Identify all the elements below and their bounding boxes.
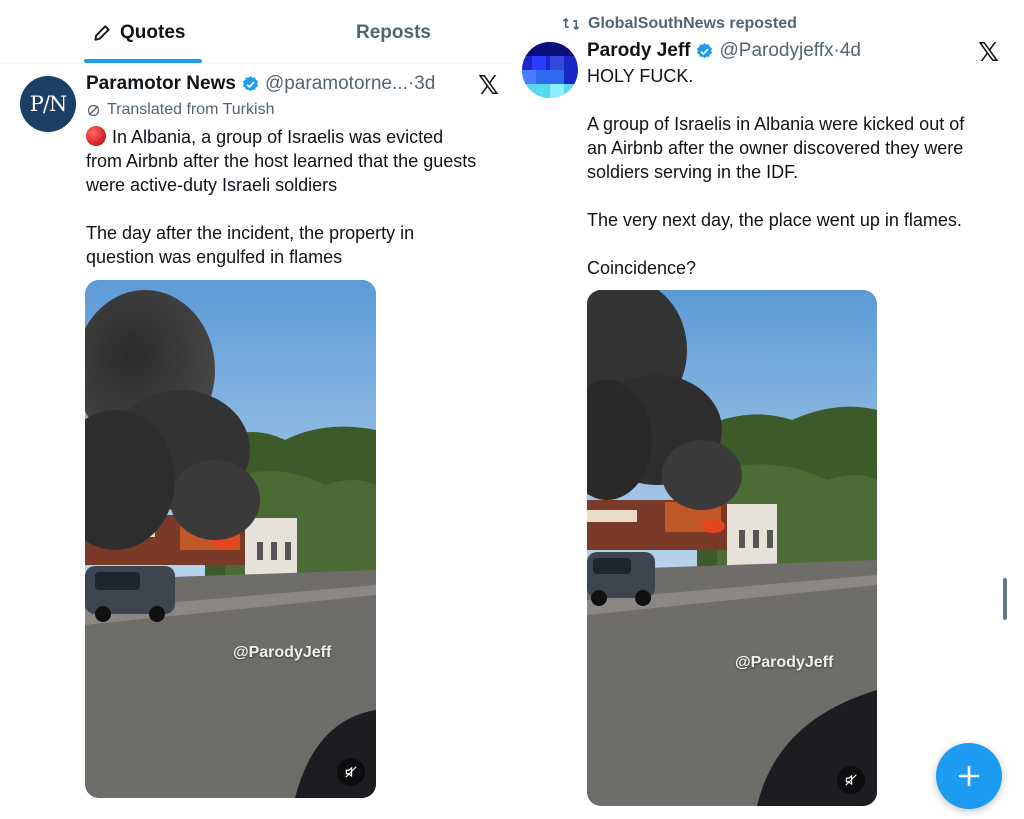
- post-text-line: were active-duty Israeli soldiers: [86, 175, 338, 195]
- post-time[interactable]: 3d: [414, 73, 435, 95]
- plus-icon: [958, 765, 980, 787]
- post-body: In Albania, a group of Israelis was evic…: [86, 125, 506, 269]
- tab-quotes-label: Quotes: [120, 22, 186, 43]
- post-time[interactable]: 4d: [840, 40, 861, 62]
- translate-icon: [87, 104, 100, 116]
- repost-panel: GlobalSouthNews reposted Parody Jeff @Pa…: [512, 0, 1024, 819]
- repost-icon: [562, 18, 580, 30]
- mute-icon: [345, 766, 357, 778]
- translated-label: Translated from Turkish: [107, 101, 275, 118]
- avatar[interactable]: [522, 42, 578, 98]
- fire-scene-image: [587, 290, 877, 806]
- author-name[interactable]: Paramotor News: [86, 73, 236, 95]
- author-name[interactable]: Parody Jeff: [587, 40, 690, 62]
- pencil-icon: [94, 25, 110, 41]
- active-tab-indicator: [84, 59, 202, 63]
- translated-note[interactable]: Translated from Turkish: [86, 101, 274, 119]
- post-text-line: Coincidence?: [587, 258, 697, 278]
- avatar[interactable]: P/N: [20, 76, 76, 132]
- mute-button[interactable]: [337, 758, 365, 786]
- mute-button[interactable]: [837, 766, 865, 794]
- tab-reposts[interactable]: Reposts: [356, 22, 431, 44]
- video-watermark: @ParodyJeff: [233, 644, 332, 661]
- x-logo-icon[interactable]: 𝕏: [478, 70, 499, 101]
- post-text-line: an Airbnb after the owner discovered the…: [587, 138, 964, 158]
- post-header: Parody Jeff @Parodyjeffx · 4d: [587, 40, 861, 62]
- post-text-line: question was engulfed in flames: [86, 247, 343, 267]
- compose-post-button[interactable]: [936, 743, 1002, 809]
- video-watermark: @ParodyJeff: [735, 654, 834, 671]
- repost-indicator[interactable]: GlobalSouthNews reposted: [562, 15, 797, 33]
- author-handle[interactable]: @Parodyjeffx: [719, 40, 833, 62]
- red-circle-icon: [86, 126, 106, 146]
- post-header: Paramotor News @paramotorne... · 3d: [86, 73, 435, 95]
- verified-badge-icon: [242, 75, 258, 91]
- repost-label: GlobalSouthNews reposted: [588, 15, 797, 32]
- fire-scene-image: [85, 280, 376, 798]
- quotes-panel: Quotes Reposts P/N Paramotor News @param…: [0, 0, 512, 819]
- post-text-line: The very next day, the place went up in …: [587, 210, 962, 230]
- mute-icon: [845, 774, 857, 786]
- author-handle[interactable]: @paramotorne...: [265, 73, 408, 95]
- tab-bar: Quotes Reposts: [0, 0, 512, 64]
- pixelated-avatar-image: [522, 42, 578, 98]
- post-text-line: soldiers serving in the IDF.: [587, 162, 799, 182]
- post-text-line: The day after the incident, the property…: [86, 223, 415, 243]
- post-text-line: from Airbnb after the host learned that …: [86, 151, 477, 171]
- video-thumbnail[interactable]: @ParodyJeff: [587, 290, 877, 806]
- post-body: HOLY FUCK. A group of Israelis in Albani…: [587, 64, 1007, 280]
- tab-quotes[interactable]: Quotes: [92, 22, 185, 44]
- post-text-line: A group of Israelis in Albania were kick…: [587, 114, 965, 134]
- scrollbar-thumb[interactable]: [1003, 578, 1007, 620]
- post-text-line: In Albania, a group of Israelis was evic…: [112, 127, 444, 147]
- video-thumbnail[interactable]: @ParodyJeff: [85, 280, 376, 798]
- verified-badge-icon: [697, 42, 713, 58]
- post-text-line: HOLY FUCK.: [587, 66, 694, 86]
